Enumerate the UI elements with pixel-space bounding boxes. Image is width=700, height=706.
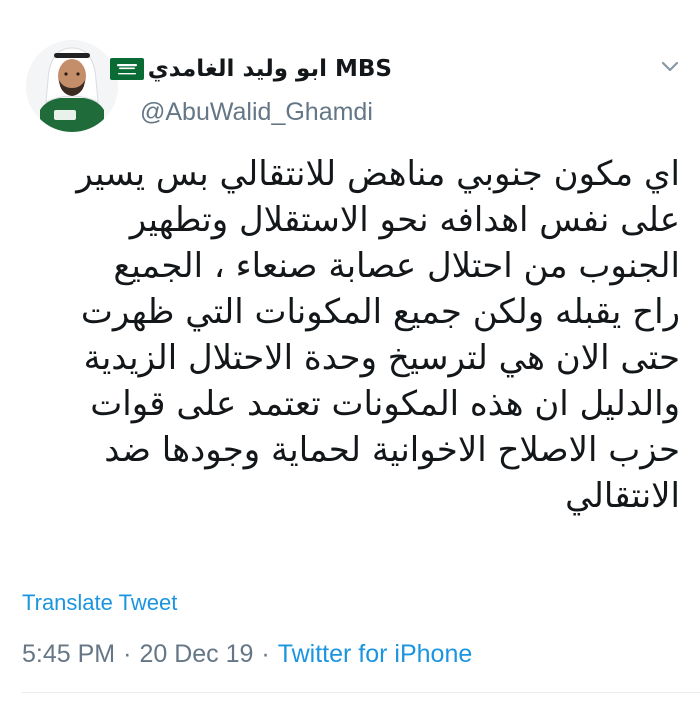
saudi-flag-icon	[109, 58, 144, 80]
chevron-down-icon[interactable]	[655, 54, 685, 78]
tweet-source-link[interactable]: Twitter for iPhone	[278, 640, 473, 669]
meta-separator: ·	[123, 640, 132, 668]
tweet-header: ابو وليد الغامدي MBS @AbuWalid_Ghamdi	[0, 0, 700, 150]
author-handle[interactable]: @AbuWalid_Ghamdi	[140, 98, 373, 127]
tweet-metadata: 5:45 PM · 20 Dec 19 · Twitter for iPhone	[22, 640, 472, 669]
avatar[interactable]	[26, 40, 118, 132]
avatar-image	[26, 40, 118, 132]
tweet-date[interactable]: 20 Dec 19	[139, 640, 253, 669]
divider	[22, 692, 700, 693]
tweet-time[interactable]: 5:45 PM	[22, 640, 115, 669]
author-name-line[interactable]: ابو وليد الغامدي MBS	[109, 52, 392, 86]
translate-tweet-link[interactable]: Translate Tweet	[22, 590, 177, 616]
tweet-text: اي مكون جنوبي مناهض للانتقالي بس يسير عل…	[76, 154, 680, 516]
tweet-container: ابو وليد الغامدي MBS @AbuWalid_Ghamdi اي…	[0, 0, 700, 706]
meta-separator: ·	[261, 640, 270, 668]
author-display-name: ابو وليد الغامدي MBS	[147, 56, 392, 82]
